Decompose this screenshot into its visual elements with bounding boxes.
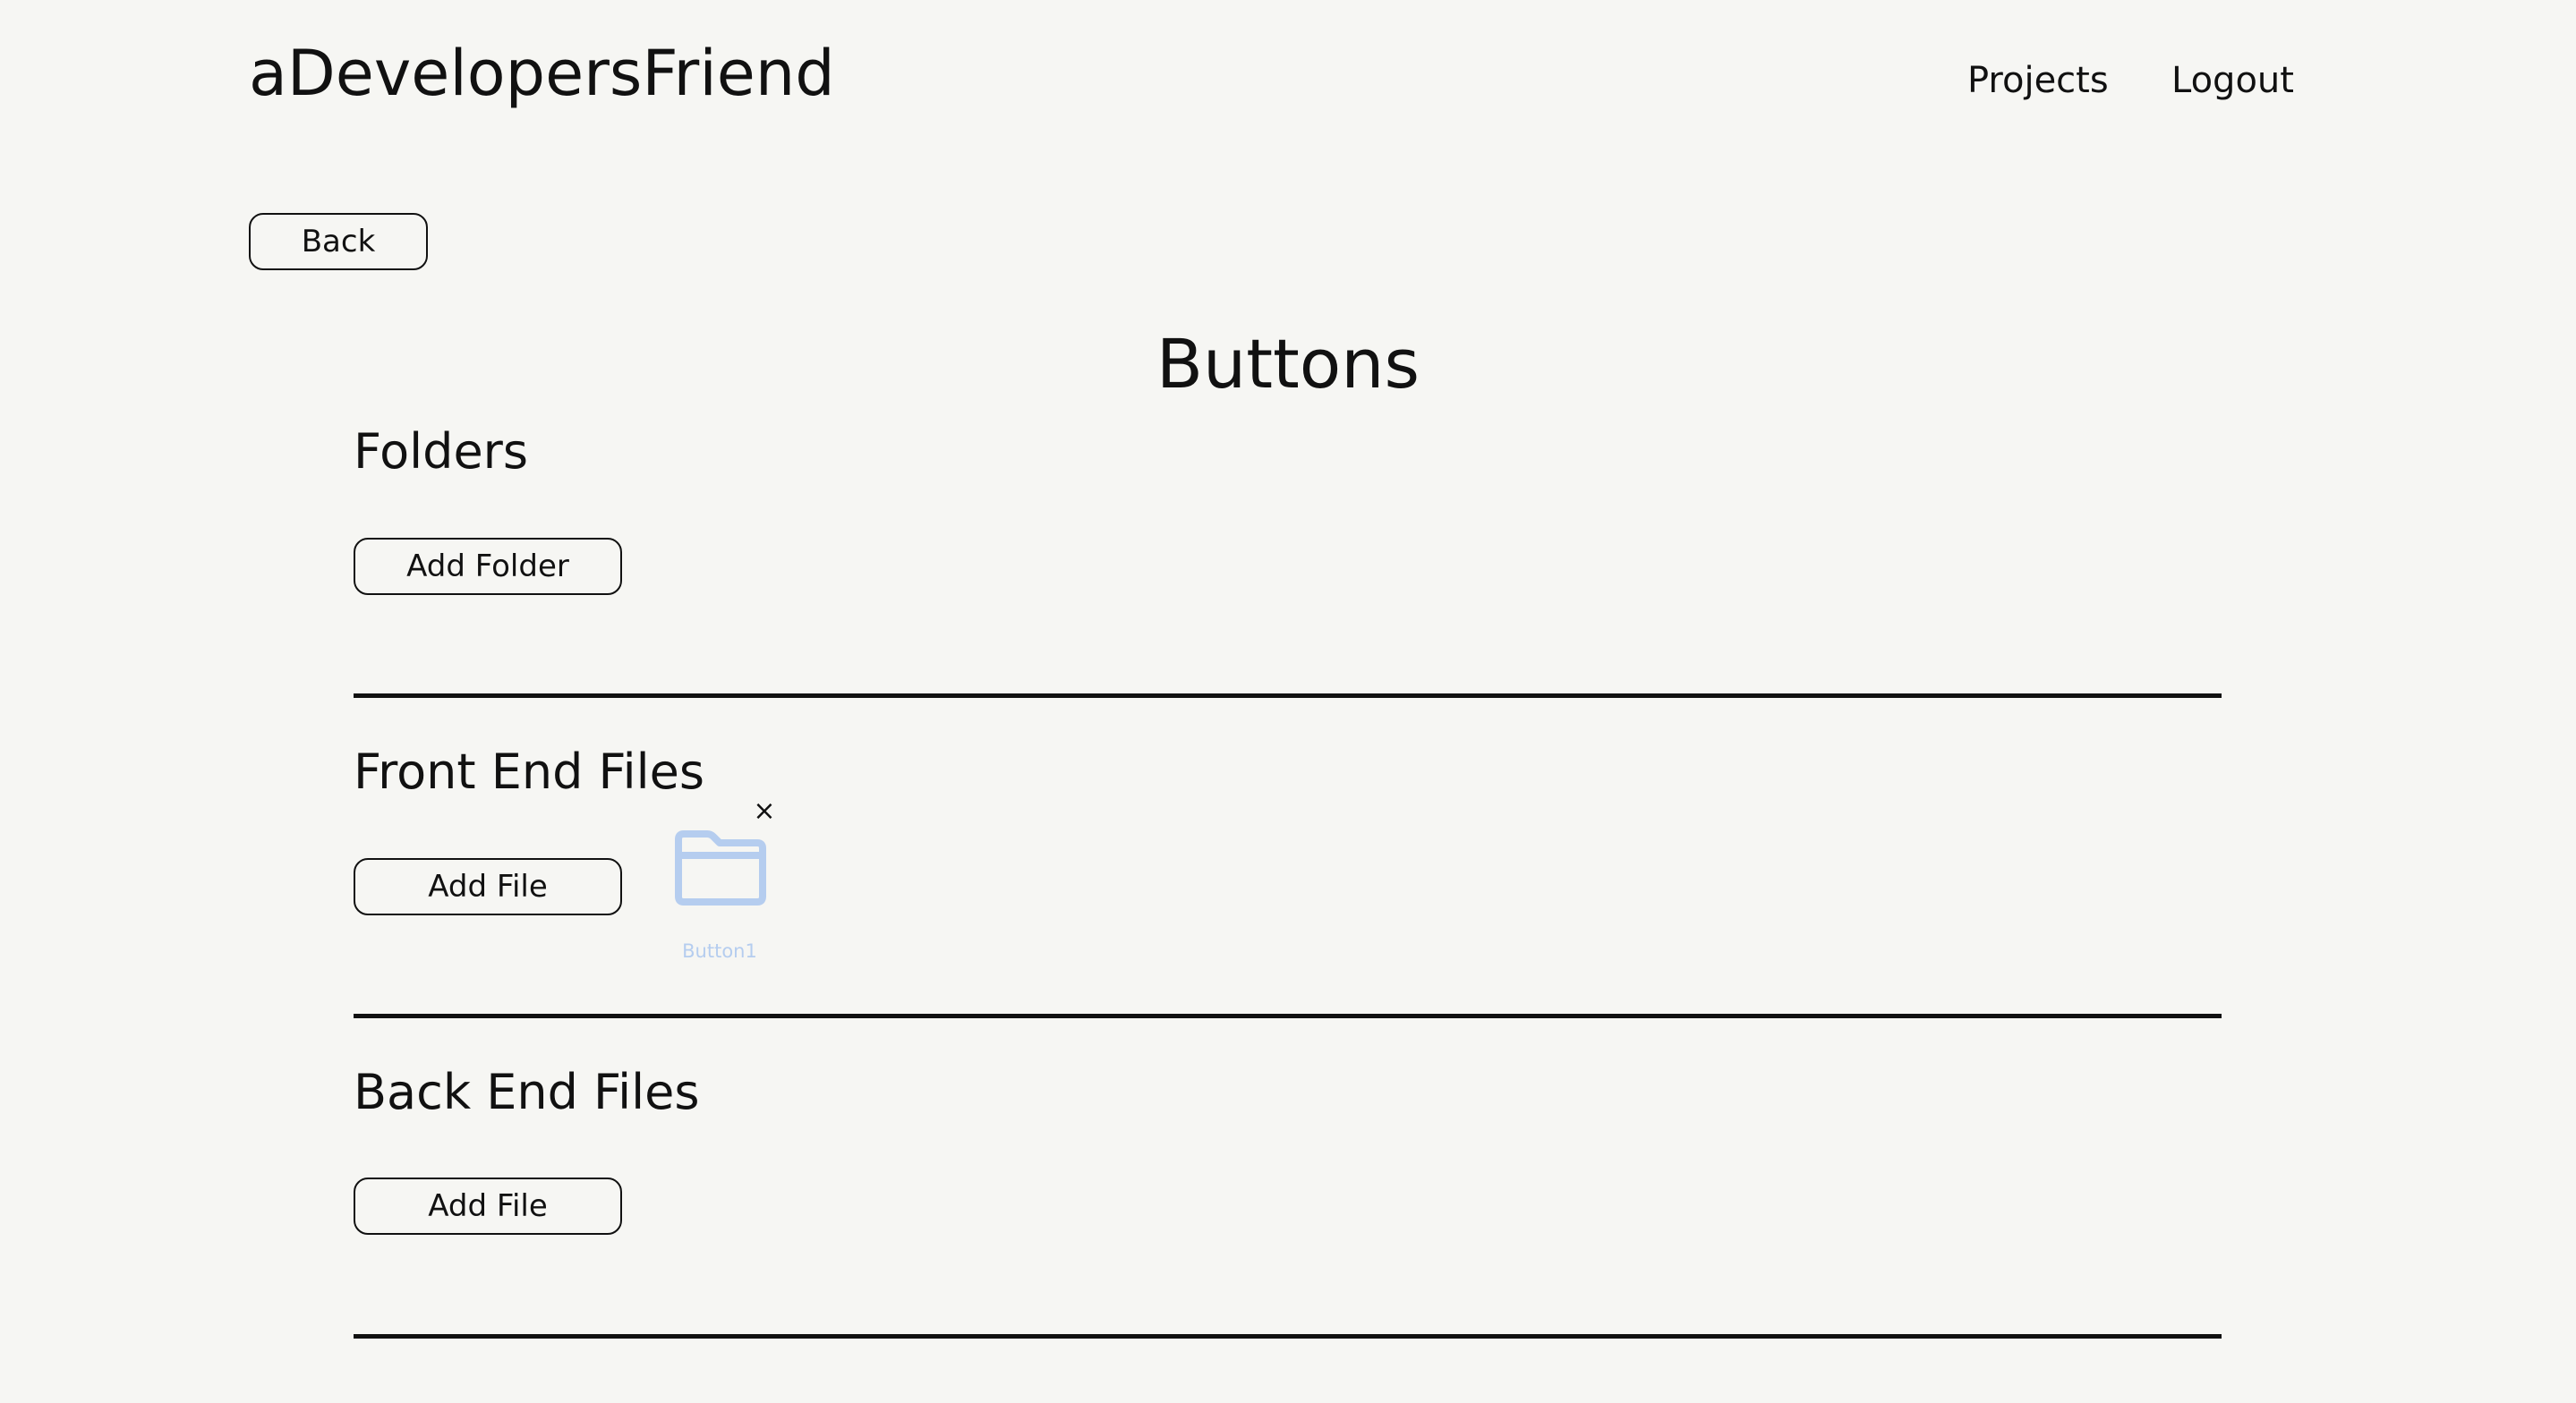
add-folder-button[interactable]: Add Folder bbox=[354, 538, 622, 595]
section-title-back-end-files: Back End Files bbox=[354, 1063, 700, 1120]
section-divider bbox=[354, 1334, 2222, 1339]
back-button[interactable]: Back bbox=[249, 213, 428, 270]
add-back-end-file-button[interactable]: Add File bbox=[354, 1178, 622, 1235]
file-label: Button1 bbox=[682, 940, 757, 962]
add-front-end-file-button[interactable]: Add File bbox=[354, 858, 622, 915]
close-icon[interactable]: × bbox=[749, 796, 780, 827]
nav-projects-link[interactable]: Projects bbox=[1967, 52, 2109, 109]
section-title-front-end-files: Front End Files bbox=[354, 743, 705, 800]
top-nav: Projects Logout bbox=[0, 52, 2576, 109]
nav-logout-link[interactable]: Logout bbox=[2171, 52, 2294, 109]
file-item-button1[interactable]: × Button1 bbox=[664, 796, 780, 966]
section-divider bbox=[354, 1014, 2222, 1018]
app-root: aDevelopersFriend Projects Logout Back B… bbox=[0, 0, 2576, 1403]
page-title: Buttons bbox=[1156, 323, 1420, 404]
folder-icon bbox=[675, 830, 766, 906]
section-title-folders: Folders bbox=[354, 422, 529, 480]
section-divider bbox=[354, 693, 2222, 698]
